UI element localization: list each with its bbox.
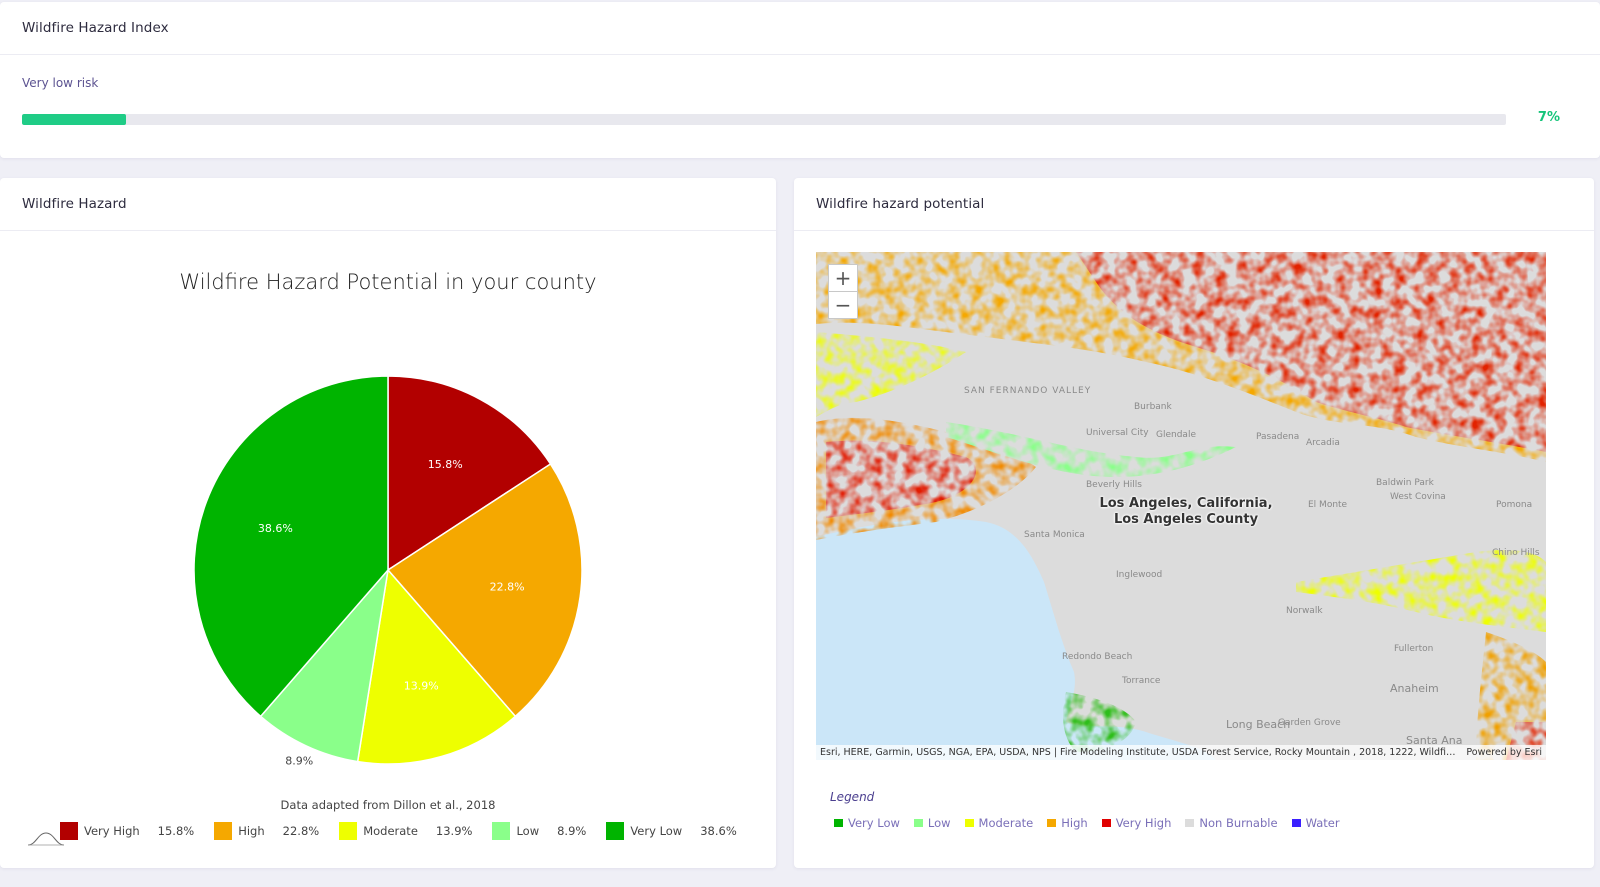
wildfire-hazard-card: Wildfire Hazard Wildfire Hazard Potentia…	[0, 178, 776, 868]
map-legend-item: Very Low	[834, 816, 900, 830]
legend-label: Moderate	[978, 816, 1034, 830]
legend-swatch	[60, 822, 78, 840]
map-label: SAN FERNANDO VALLEY	[964, 386, 1092, 396]
legend-label: Moderate	[363, 824, 418, 838]
map-legend-title: Legend	[830, 790, 875, 804]
risk-percentage: 7%	[1537, 110, 1560, 125]
legend-swatch	[964, 819, 974, 827]
map-label: Anaheim	[1390, 682, 1439, 695]
map-label: Fullerton	[1394, 644, 1434, 654]
map-legend-item: Low	[913, 816, 951, 830]
map-legend-item: High	[1047, 816, 1088, 830]
legend-swatch	[1101, 819, 1111, 827]
legend-swatch	[606, 822, 625, 840]
legend-swatch	[913, 819, 923, 827]
map-legend-item: Very High	[1101, 816, 1172, 830]
pie-slice-label: 38.6%	[258, 522, 293, 535]
hazard-map-card: Wildfire hazard potential Santa Monica B…	[794, 178, 1594, 868]
pie-legend-item[interactable]: High 22.8%	[214, 822, 319, 840]
map-label: Pasadena	[1256, 432, 1300, 442]
map-legend: Very Low Low Moderate High Very High Non Burn…	[834, 816, 1354, 830]
zoom-out-button[interactable]: −	[828, 291, 858, 319]
legend-label: Very Low	[848, 816, 900, 830]
legend-swatch	[1185, 819, 1195, 827]
map-label: Burbank	[1134, 402, 1172, 412]
map-label: Garden Grove	[1278, 718, 1341, 728]
map-label: Pomona	[1496, 500, 1533, 510]
pie-legend: Very High 15.8% High 22.8% Moderate 13.9% Low 8…	[26, 820, 757, 842]
legend-value: 13.9%	[435, 824, 473, 838]
legend-value: 15.8%	[157, 824, 195, 838]
hazard-index-title: Wildfire Hazard Index	[0, 2, 1600, 55]
pie-chart: 15.8% 22.8% 13.9% 8.9% 38.6%	[193, 375, 583, 767]
legend-label: Low	[516, 824, 540, 838]
legend-swatch	[1291, 819, 1301, 827]
pie-slice-label: 15.8%	[428, 458, 463, 471]
legend-value: 22.8%	[282, 824, 320, 838]
legend-label: Water	[1305, 816, 1340, 830]
legend-label: Non Burnable	[1199, 816, 1278, 830]
legend-value: 38.6%	[700, 824, 737, 838]
map-label: Chino Hills	[1492, 548, 1540, 558]
legend-swatch	[1047, 819, 1057, 827]
map-legend-item: Water	[1291, 816, 1340, 830]
legend-label: Very High	[1115, 816, 1172, 830]
legend-swatch	[339, 822, 358, 840]
legend-label: High	[238, 824, 265, 838]
map-label: West Covina	[1390, 492, 1446, 502]
map-label: Baldwin Park	[1376, 478, 1434, 488]
risk-progress-bar	[22, 114, 1506, 125]
legend-label: Low	[927, 816, 951, 830]
legend-label: High	[1061, 816, 1088, 830]
hazard-map[interactable]: Santa Monica Beverly Hills Inglewood Gle…	[816, 252, 1546, 760]
pie-legend-item[interactable]: Very Low 38.6%	[606, 822, 737, 840]
pie-legend-item[interactable]: Low 8.9%	[492, 822, 586, 840]
legend-label: Very High	[84, 824, 140, 838]
map-label: Torrance	[1122, 676, 1161, 686]
data-source-note: Data adapted from Dillon et al., 2018	[280, 798, 496, 812]
map-label: Glendale	[1156, 430, 1196, 440]
pie-legend-item[interactable]: Moderate 13.9%	[339, 822, 472, 840]
zoom-in-button[interactable]: +	[828, 264, 858, 292]
map-label: Universal City	[1086, 428, 1149, 438]
pie-slice-label: 13.9%	[404, 680, 439, 693]
risk-level-label: Very low risk	[22, 76, 99, 90]
map-label: Redondo Beach	[1062, 652, 1133, 662]
pie-legend-item[interactable]: Very High 15.8%	[60, 822, 194, 840]
map-label: Norwalk	[1286, 606, 1323, 616]
risk-progress-fill	[22, 114, 126, 125]
map-label: Inglewood	[1116, 570, 1163, 580]
location-label: Los Angeles, California, Los Angeles Cou…	[1099, 496, 1273, 527]
hazard-map-title: Wildfire hazard potential	[794, 178, 1594, 231]
legend-label: Very Low	[630, 824, 683, 838]
attribution-text[interactable]: Esri, HERE, Garmin, USGS, NGA, EPA, USDA…	[820, 747, 1456, 758]
hazard-index-card: Wildfire Hazard Index Very low risk 7%	[0, 2, 1600, 158]
powered-by-link[interactable]: Powered by Esri	[1456, 747, 1546, 758]
legend-swatch	[214, 822, 233, 840]
map-label: Santa Monica	[1024, 530, 1085, 540]
map-legend-item: Non Burnable	[1185, 816, 1278, 830]
map-label: El Monte	[1308, 500, 1348, 510]
map-label: Arcadia	[1306, 438, 1340, 448]
legend-swatch	[492, 822, 511, 840]
pie-slice-label: 8.9%	[285, 754, 313, 767]
legend-swatch	[834, 819, 843, 827]
map-legend-item: Moderate	[964, 816, 1034, 830]
legend-value: 8.9%	[557, 824, 587, 838]
map-label: Beverly Hills	[1086, 480, 1142, 490]
map-attribution: Esri, HERE, Garmin, USGS, NGA, EPA, USDA…	[816, 745, 1546, 760]
pie-slice-label: 22.8%	[490, 581, 525, 594]
